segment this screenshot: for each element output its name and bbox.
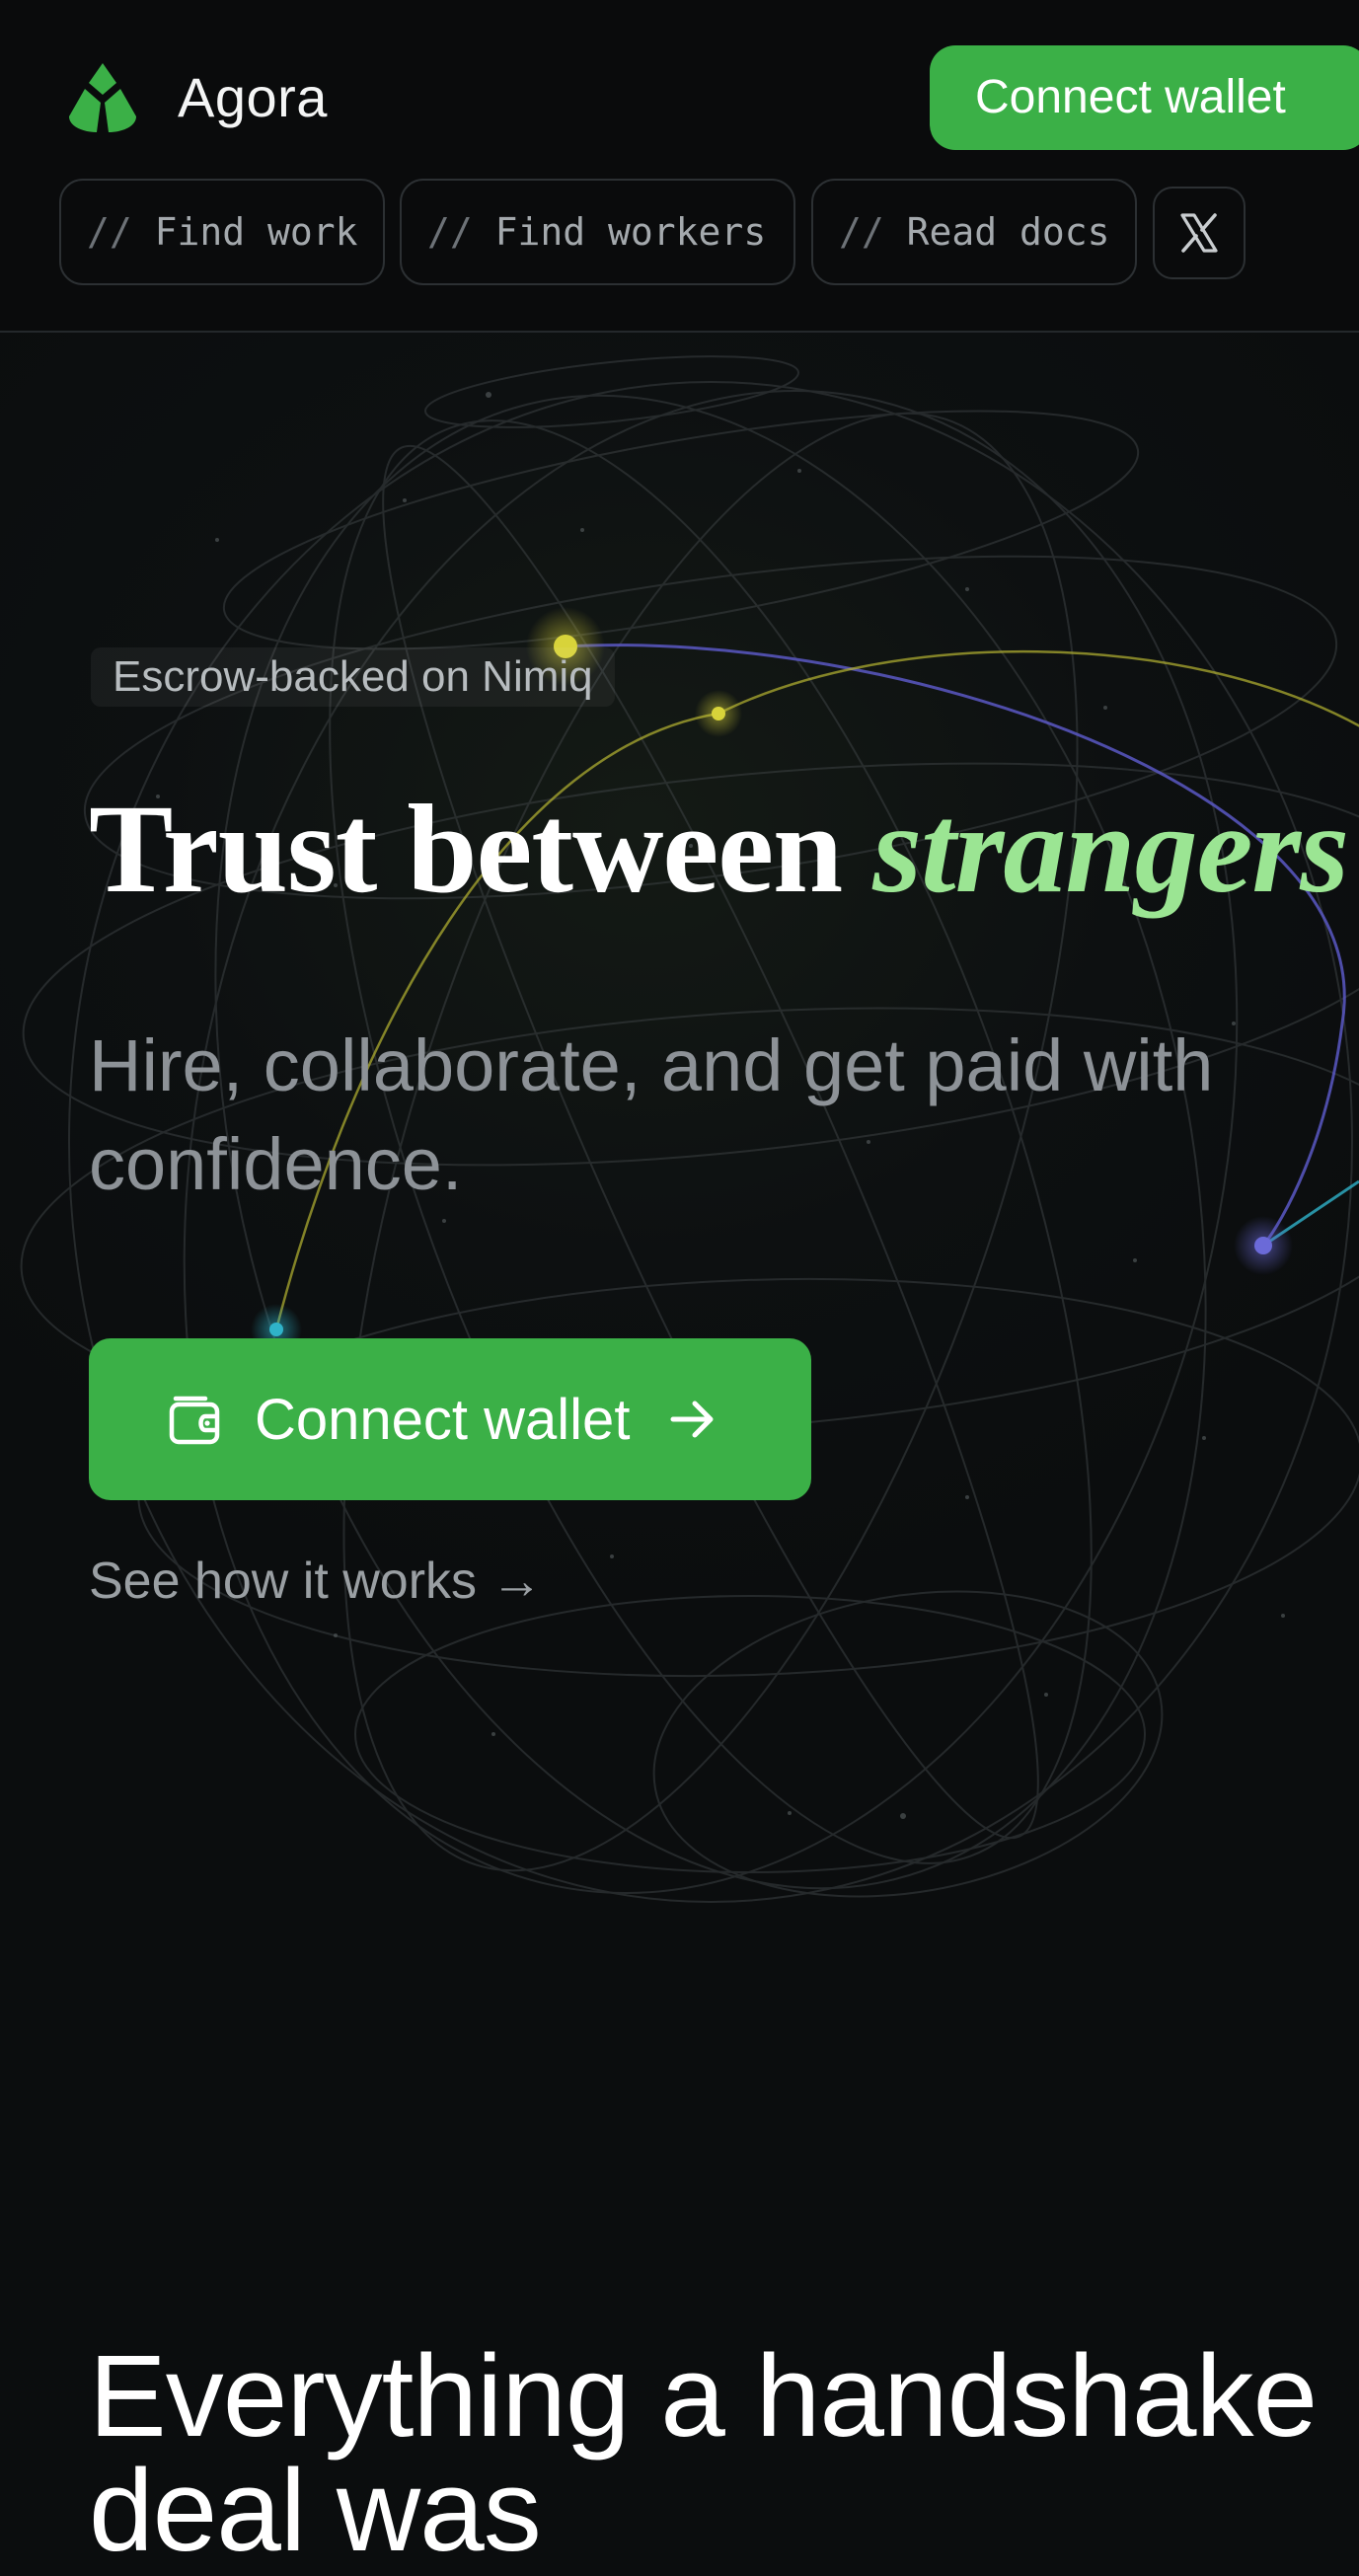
x-social-link[interactable] <box>1153 187 1246 279</box>
hero-title-main: Trust between <box>89 779 843 919</box>
features-heading: Everything a handshake deal was <box>89 2331 1318 2576</box>
site-header: Agora Connect wallet // Find work // Fin… <box>0 0 1359 333</box>
hero-eyebrow-badge: Escrow-backed on Nimiq <box>91 647 615 707</box>
hero-connect-wallet-button[interactable]: Connect wallet <box>89 1338 811 1500</box>
wallet-icon <box>169 1396 220 1445</box>
hero-cta-label: Connect wallet <box>255 1387 631 1452</box>
nav-prefix: // <box>839 210 884 254</box>
brand-name[interactable]: Agora <box>178 63 328 132</box>
hero-title-accent: strangers <box>872 779 1349 919</box>
nav-find-workers[interactable]: // Find workers <box>400 179 795 285</box>
nav-prefix: // <box>87 210 132 254</box>
nav-label: Find work <box>154 210 358 254</box>
x-logo-icon <box>1180 213 1218 253</box>
nav-label: Find workers <box>494 210 767 254</box>
agora-logo-icon[interactable] <box>63 59 142 138</box>
see-how-it-works-link[interactable]: See how it works → <box>89 1552 543 1611</box>
nav-find-work[interactable]: // Find work <box>59 179 385 285</box>
hero-title: Trust between strangers <box>89 775 1349 923</box>
nav-read-docs[interactable]: // Read docs <box>811 179 1137 285</box>
hero-section: Escrow-backed on Nimiq Trust between str… <box>0 333 1359 2010</box>
arrow-right-icon <box>670 1401 714 1438</box>
nav-label: Read docs <box>906 210 1110 254</box>
nav-prefix: // <box>427 210 473 254</box>
hero-subtitle: Hire, collaborate, and get paid with con… <box>89 1024 1214 1205</box>
header-connect-wallet-button[interactable]: Connect wallet <box>930 45 1359 150</box>
